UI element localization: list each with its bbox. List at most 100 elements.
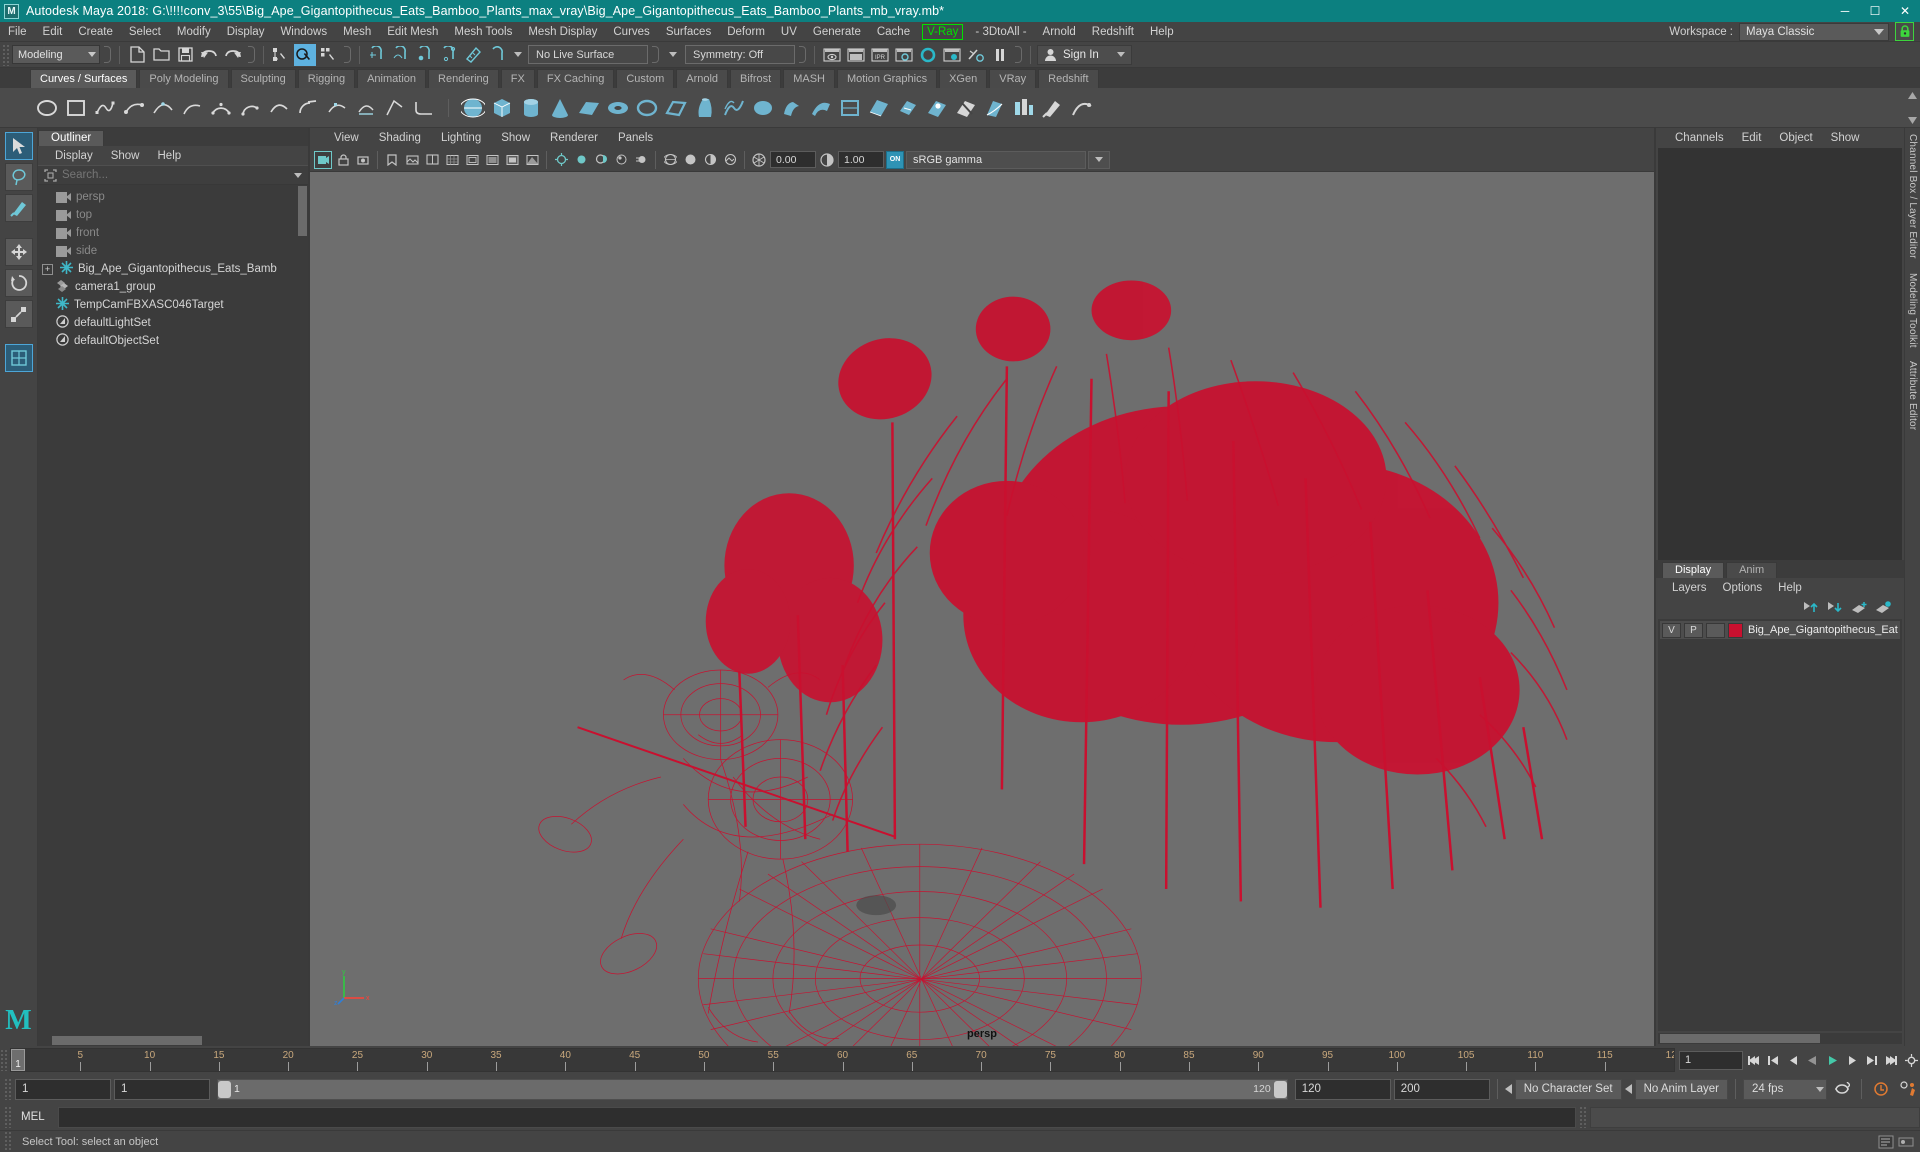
snap-to-point-button[interactable]	[414, 44, 436, 66]
display-layer-row[interactable]: V P Big_Ape_Gigantopithecus_Eat	[1660, 621, 1900, 639]
anim-end-time-field[interactable]: 200	[1393, 1078, 1490, 1100]
signin-button[interactable]: Sign In	[1037, 44, 1132, 65]
undo-button[interactable]	[198, 44, 220, 66]
channelbox-menu-object[interactable]: Object	[1770, 128, 1821, 148]
menu-edit[interactable]: Edit	[35, 22, 71, 42]
planar-surface-icon[interactable]	[750, 95, 776, 121]
playback-end-time-field[interactable]: 120	[1294, 1078, 1391, 1100]
shelf-tab-motion-graphics[interactable]: Motion Graphics	[837, 69, 938, 88]
play-forwards-button[interactable]	[1824, 1051, 1842, 1070]
menu-modify[interactable]: Modify	[169, 22, 219, 42]
maximize-button[interactable]: ☐	[1860, 0, 1890, 22]
layer-menu-layers[interactable]: Layers	[1664, 578, 1715, 598]
snap-to-view-plane-button[interactable]	[462, 44, 484, 66]
ambient-occlusion-icon[interactable]	[612, 151, 630, 169]
outliner-item[interactable]: side	[38, 242, 308, 260]
color-management-toggle-icon[interactable]: ON	[886, 150, 904, 169]
display-layer-list[interactable]: V P Big_Ape_Gigantopithecus_Eat	[1658, 619, 1902, 1031]
menu-generate[interactable]: Generate	[805, 22, 869, 42]
paint-attributes-icon[interactable]	[1040, 95, 1066, 121]
resolution-gate-icon[interactable]	[483, 151, 501, 169]
gamma-icon[interactable]	[818, 151, 836, 169]
move-tool-button[interactable]	[4, 238, 33, 266]
expand-icon[interactable]: +	[42, 263, 53, 275]
hypershade-button[interactable]	[917, 44, 939, 66]
two-point-arc-icon[interactable]	[237, 95, 263, 121]
step-back-frame-button[interactable]	[1784, 1051, 1802, 1070]
command-result-field[interactable]	[1590, 1106, 1920, 1128]
surface-editing-icon[interactable]	[1069, 95, 1095, 121]
command-input[interactable]	[57, 1106, 1576, 1128]
viewport-menu-lighting[interactable]: Lighting	[431, 128, 491, 148]
lighting-all-icon[interactable]	[572, 151, 590, 169]
playback-loop-button[interactable]	[1830, 1080, 1854, 1099]
color-space-dropdown[interactable]	[1088, 150, 1110, 169]
outliner-menu-show[interactable]: Show	[102, 146, 149, 166]
vertical-tab-channel-box-layer-editor[interactable]: Channel Box / Layer Editor	[1907, 134, 1918, 259]
outliner-menu-help[interactable]: Help	[149, 146, 191, 166]
shelf-tab-curves-surfaces[interactable]: Curves / Surfaces	[30, 69, 138, 88]
character-set-arrow-icon[interactable]	[1504, 1084, 1512, 1094]
help-line-gripper[interactable]	[4, 1130, 12, 1152]
shelf-tab-custom[interactable]: Custom	[616, 69, 675, 88]
menu-select[interactable]: Select	[121, 22, 169, 42]
menu-display[interactable]: Display	[219, 22, 273, 42]
select-camera-icon[interactable]	[314, 150, 332, 169]
vertical-tab-attribute-editor[interactable]: Attribute Editor	[1907, 361, 1918, 430]
vertical-tab-modeling-toolkit[interactable]: Modeling Toolkit	[1907, 273, 1918, 348]
live-surface-field[interactable]: No Live Surface	[528, 45, 648, 64]
step-forward-frame-button[interactable]	[1843, 1051, 1861, 1070]
rotate-tool-button[interactable]	[4, 269, 33, 297]
bezier-curve-tool-icon[interactable]	[150, 95, 176, 121]
viewport-menu-view[interactable]: View	[324, 128, 369, 148]
layer-move-down-icon[interactable]	[1827, 601, 1844, 614]
loft-surface-icon[interactable]	[721, 95, 747, 121]
save-scene-button[interactable]	[174, 44, 196, 66]
outliner-tab[interactable]: Outliner	[38, 130, 105, 146]
render-sequence-button[interactable]	[845, 44, 867, 66]
timeline-gripper[interactable]	[0, 1049, 8, 1071]
select-by-component-button[interactable]	[318, 44, 340, 66]
current-frame-field[interactable]: 1	[1679, 1050, 1743, 1070]
step-back-key-button[interactable]	[1764, 1051, 1782, 1070]
chevron-down-icon[interactable]	[514, 52, 522, 57]
nurbs-square-primitive-icon[interactable]	[663, 95, 689, 121]
lighting-default-icon[interactable]	[552, 151, 570, 169]
command-result-gripper[interactable]	[1579, 1106, 1587, 1128]
make-live-button[interactable]	[486, 44, 508, 66]
xray-icon[interactable]	[523, 151, 541, 169]
outliner-item[interactable]: TempCamFBXASC046Target	[38, 296, 308, 314]
shelf-tab-mash[interactable]: MASH	[783, 69, 835, 88]
current-time-indicator[interactable]: 1	[11, 1049, 25, 1071]
workspace-combo[interactable]: Maya Classic	[1739, 22, 1889, 41]
trim-tool-icon[interactable]	[953, 95, 979, 121]
menu-3dtoall[interactable]: - 3DtoAll -	[967, 22, 1034, 42]
ep-curve-tool-icon[interactable]	[121, 95, 147, 121]
menu-uv[interactable]: UV	[773, 22, 805, 42]
bevel-plus-icon[interactable]	[895, 95, 921, 121]
shelf-tab-vray[interactable]: VRay	[989, 69, 1037, 88]
menu-mesh-tools[interactable]: Mesh Tools	[446, 22, 520, 42]
offset-curve-icon[interactable]	[382, 95, 408, 121]
toolbar-gripper[interactable]	[2, 43, 10, 66]
outliner-item[interactable]: camera1_group	[38, 278, 308, 296]
outliner-item[interactable]: top	[38, 206, 308, 224]
new-scene-button[interactable]	[126, 44, 148, 66]
render-settings-button[interactable]	[893, 44, 915, 66]
play-backwards-button[interactable]	[1804, 1051, 1822, 1070]
viewport-menu-panels[interactable]: Panels	[608, 128, 663, 148]
color-space-field[interactable]: sRGB gamma	[906, 150, 1086, 169]
pause-ipr-button[interactable]	[989, 44, 1011, 66]
range-gripper[interactable]	[4, 1078, 12, 1100]
lasso-tool-button[interactable]	[4, 163, 33, 191]
lock-camera-icon[interactable]	[334, 151, 352, 169]
twopane-icon[interactable]	[423, 151, 441, 169]
layer-menu-help[interactable]: Help	[1770, 578, 1810, 598]
nurbs-cone-icon[interactable]	[547, 95, 573, 121]
outliner-item[interactable]: front	[38, 224, 308, 242]
go-to-end-button[interactable]	[1883, 1051, 1901, 1070]
redo-button[interactable]	[222, 44, 244, 66]
gamma-field[interactable]: 1.00	[838, 151, 884, 168]
snap-to-grid-button[interactable]	[366, 44, 388, 66]
layer-type-toggle[interactable]	[1706, 622, 1725, 638]
